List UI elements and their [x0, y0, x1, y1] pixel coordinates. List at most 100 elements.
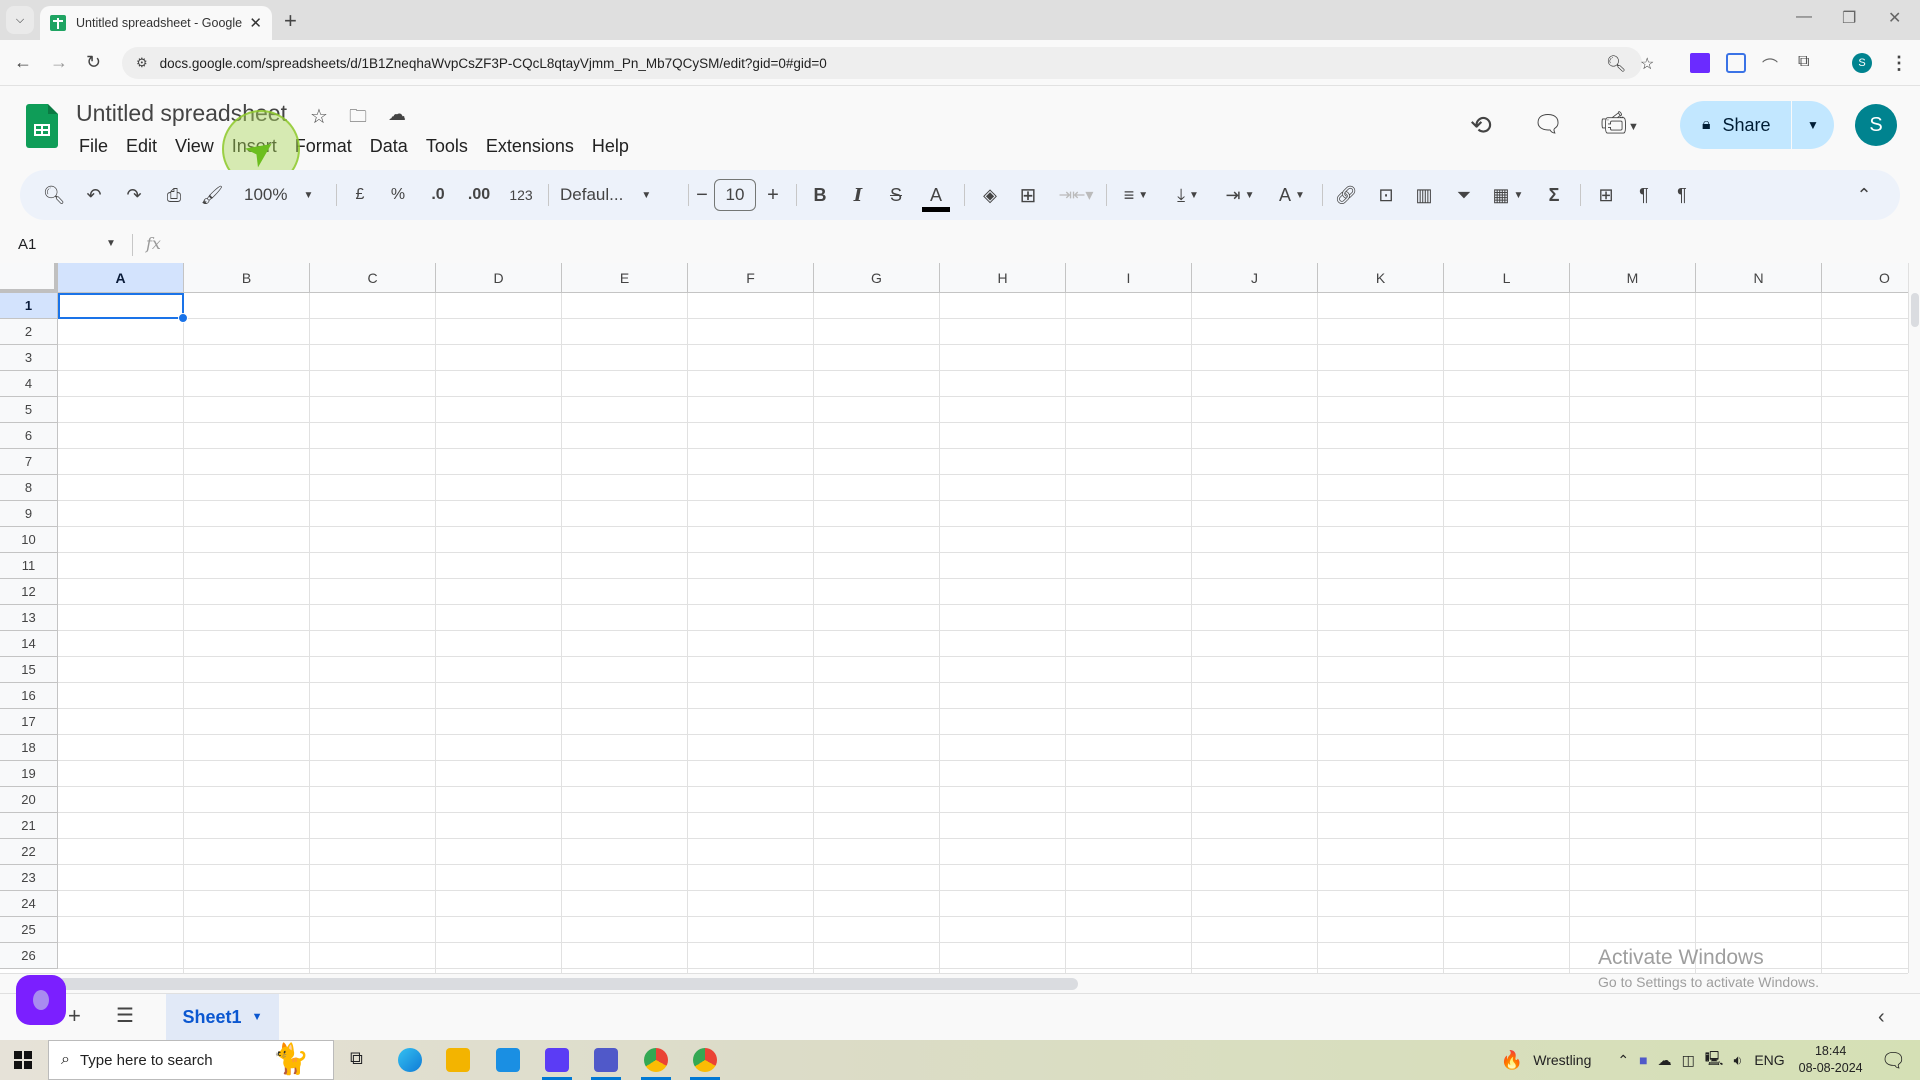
borders-icon[interactable]: ⊞: [1016, 184, 1040, 207]
network-icon[interactable]: 🖳: [1705, 1048, 1724, 1072]
insert-comment-icon[interactable]: ⊡: [1374, 184, 1398, 206]
site-info-icon[interactable]: ⚙: [136, 55, 148, 71]
version-history-icon[interactable]: ⟲: [1470, 110, 1492, 141]
weather-text[interactable]: Wrestling: [1533, 1052, 1591, 1068]
teams-icon[interactable]: [594, 1048, 618, 1072]
row-header-25[interactable]: 25: [0, 917, 58, 943]
row-header-3[interactable]: 3: [0, 345, 58, 371]
collapse-toolbar-icon[interactable]: ⌃: [1852, 184, 1876, 206]
assistant-extension-icon[interactable]: [16, 975, 66, 1025]
percent-format-button[interactable]: %: [386, 184, 410, 206]
scrollbar-thumb[interactable]: [58, 978, 1078, 990]
zoom-icon[interactable]: 🔍︎: [1606, 54, 1626, 74]
minimize-icon[interactable]: —: [1796, 8, 1812, 26]
share-button[interactable]: 🔒︎ Share ▼: [1680, 101, 1834, 149]
row-header-7[interactable]: 7: [0, 449, 58, 475]
extension-icon[interactable]: ⌒: [1762, 53, 1782, 76]
row-header-16[interactable]: 16: [0, 683, 58, 709]
horizontal-align-icon[interactable]: ≡ ▼: [1116, 184, 1156, 206]
search-menus-icon[interactable]: 🔍︎: [42, 184, 66, 206]
camera-tray-icon[interactable]: ◫: [1682, 1052, 1695, 1069]
bold-button[interactable]: B: [808, 184, 832, 206]
column-header-a[interactable]: A: [58, 263, 184, 293]
move-folder-icon[interactable]: 🗀: [349, 104, 367, 134]
menu-file[interactable]: File: [70, 132, 117, 161]
browser-tab[interactable]: Untitled spreadsheet - Google S ✕: [40, 6, 272, 40]
spreadsheet-grid[interactable]: ABCDEFGHIJKLMNO 1 2 3 4 5 6 7 8 9 10 11 12 13 14 15 16 1…: [0, 263, 1908, 973]
column-header-m[interactable]: M: [1570, 263, 1696, 293]
row-header-21[interactable]: 21: [0, 813, 58, 839]
row-header-19[interactable]: 19: [0, 761, 58, 787]
column-header-l[interactable]: L: [1444, 263, 1570, 293]
text-wrapping-icon[interactable]: ⇥ ▼: [1220, 184, 1260, 206]
menu-view[interactable]: View: [166, 132, 223, 161]
profile-avatar[interactable]: S: [1852, 53, 1872, 73]
italic-button[interactable]: I: [846, 184, 870, 206]
decrease-font-size-button[interactable]: −: [690, 184, 714, 206]
vertical-align-icon[interactable]: ⤓ ▼: [1168, 184, 1208, 206]
row-header-18[interactable]: 18: [0, 735, 58, 761]
chrome-profile-icon[interactable]: [693, 1048, 717, 1072]
fill-color-icon[interactable]: ◈: [976, 184, 1004, 206]
cell-area[interactable]: [58, 293, 1908, 973]
all-sheets-button[interactable]: ☰: [116, 1003, 134, 1028]
column-header-d[interactable]: D: [436, 263, 562, 293]
fill-handle[interactable]: [178, 313, 188, 323]
file-explorer-icon[interactable]: [446, 1048, 470, 1072]
column-header-c[interactable]: C: [310, 263, 436, 293]
strikethrough-icon[interactable]: S: [884, 184, 908, 206]
row-header-22[interactable]: 22: [0, 839, 58, 865]
row-header-8[interactable]: 8: [0, 475, 58, 501]
windows-start-icon[interactable]: [14, 1051, 32, 1069]
add-sheet-button[interactable]: +: [68, 1003, 81, 1029]
redo-icon[interactable]: ↷: [122, 184, 146, 206]
back-icon[interactable]: ←: [14, 52, 32, 73]
row-header-14[interactable]: 14: [0, 631, 58, 657]
column-header-g[interactable]: G: [814, 263, 940, 293]
side-panel-toggle-icon[interactable]: ‹: [1878, 1006, 1885, 1029]
column-header-f[interactable]: F: [688, 263, 814, 293]
paint-format-icon[interactable]: 🖌︎: [200, 184, 224, 206]
ltr-icon[interactable]: ¶: [1632, 184, 1656, 206]
row-header-20[interactable]: 20: [0, 787, 58, 813]
menu-tools[interactable]: Tools: [417, 132, 477, 161]
menu-data[interactable]: Data: [361, 132, 417, 161]
row-header-12[interactable]: 12: [0, 579, 58, 605]
extension-icon[interactable]: [1690, 53, 1710, 73]
show-hidden-icons[interactable]: ⌃: [1617, 1052, 1629, 1069]
app-icon[interactable]: [545, 1048, 569, 1072]
decrease-decimal-button[interactable]: .0: [424, 184, 452, 206]
insert-chart-icon[interactable]: ▥: [1412, 184, 1436, 206]
language-indicator[interactable]: ENG: [1754, 1052, 1784, 1068]
column-header-o[interactable]: O: [1822, 263, 1908, 293]
puzzle-icon[interactable]: ⧉: [1798, 53, 1818, 73]
account-avatar[interactable]: S: [1855, 104, 1897, 146]
chevron-down-icon[interactable]: ▼: [106, 238, 116, 249]
row-header-24[interactable]: 24: [0, 891, 58, 917]
column-header-e[interactable]: E: [562, 263, 688, 293]
row-header-26[interactable]: 26: [0, 943, 58, 969]
font-family-select[interactable]: Defaul... ▼: [560, 184, 680, 206]
forward-icon[interactable]: →: [50, 52, 68, 73]
column-header-n[interactable]: N: [1696, 263, 1822, 293]
name-box[interactable]: A1: [18, 236, 36, 253]
more-icon[interactable]: ⋮: [1890, 53, 1910, 73]
share-dropdown-icon[interactable]: ▼: [1792, 118, 1834, 132]
column-header-i[interactable]: I: [1066, 263, 1192, 293]
sheet-tab[interactable]: Sheet1 ▼: [166, 994, 279, 1040]
row-header-15[interactable]: 15: [0, 657, 58, 683]
row-header-2[interactable]: 2: [0, 319, 58, 345]
menu-help[interactable]: Help: [583, 132, 638, 161]
row-header-1[interactable]: 1: [0, 293, 58, 319]
close-window-icon[interactable]: ✕: [1888, 8, 1901, 28]
clock[interactable]: 18:44 08-08-2024: [1799, 1043, 1863, 1077]
reload-icon[interactable]: ↻: [86, 52, 101, 73]
select-all-corner[interactable]: [0, 263, 58, 293]
task-view-icon[interactable]: ⧉: [350, 1048, 363, 1069]
row-header-4[interactable]: 4: [0, 371, 58, 397]
increase-decimal-button[interactable]: .00: [464, 184, 494, 206]
filter-icon[interactable]: ⏷: [1452, 184, 1476, 206]
row-header-23[interactable]: 23: [0, 865, 58, 891]
close-tab-icon[interactable]: ✕: [249, 14, 262, 32]
extension-icon[interactable]: [1726, 53, 1746, 73]
